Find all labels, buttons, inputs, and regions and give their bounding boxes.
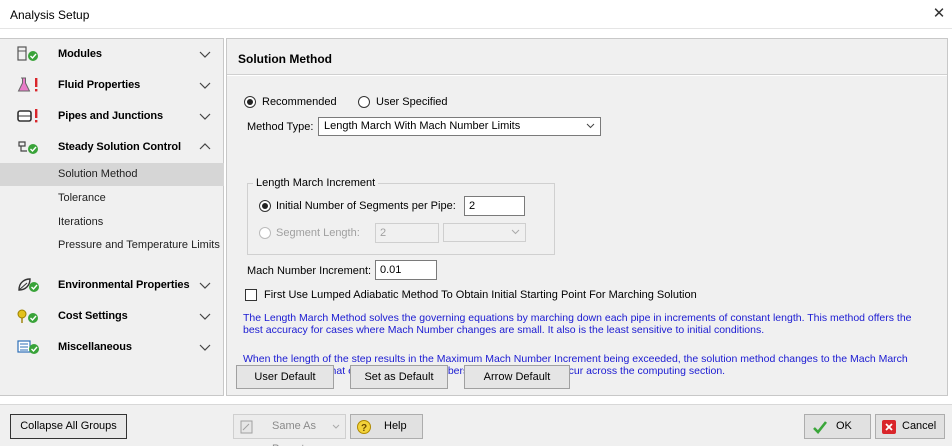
chevron-down-icon [511,229,520,235]
arrow-default-button[interactable]: Arrow Default [464,365,570,389]
help-label: Help [384,420,407,432]
cost-icon [17,309,38,323]
recommended-label[interactable]: Recommended [262,96,337,108]
sidebar-group-cost-settings[interactable]: Cost Settings [0,301,224,332]
chevron-down-icon [332,424,340,429]
segment-length-radio[interactable] [259,227,271,239]
solution-control-icon [18,141,38,154]
mach-increment-label: Mach Number Increment: [247,265,372,277]
ok-label: OK [836,420,852,432]
panel-header: Solution Method [227,39,947,75]
method-description: The Length March Method solves the gover… [243,312,912,336]
main-panel: Solution Method Recommended User Specifi… [226,38,948,396]
user-default-button[interactable]: User Default [236,365,334,389]
title-bar: Analysis Setup ✕ [0,0,952,29]
same-as-parent-dropdown[interactable]: Same As Parent [233,414,346,446]
environment-icon [18,278,39,292]
method-type-value: Length March With Mach Number Limits [324,120,521,132]
chevron-down-icon [199,282,211,289]
same-as-parent-label: Same As Parent [272,420,317,446]
chevron-down-icon [199,313,211,320]
pipes-warning-icon [17,109,38,123]
sidebar-group-label: Pipes and Junctions [58,110,164,122]
chevron-down-icon [199,51,211,58]
length-march-legend: Length March Increment [253,177,379,189]
svg-text:?: ? [361,423,367,434]
solution-method-form: Recommended User Specified Method Type: … [227,76,947,395]
set-as-default-button[interactable]: Set as Default [350,365,448,389]
lumped-adiabatic-label[interactable]: First Use Lumped Adiabatic Method To Obt… [264,289,697,301]
segment-length-input[interactable]: 2 [375,223,439,243]
recommended-radio[interactable] [244,96,256,108]
method-type-dropdown[interactable]: Length March With Mach Number Limits [318,117,601,136]
segment-length-label[interactable]: Segment Length: [276,227,360,239]
chevron-up-icon [199,143,211,150]
sidebar-group-modules[interactable]: Modules [0,39,224,70]
sidebar-group-label: Steady Solution Control [58,141,181,153]
checkmark-icon [813,421,828,434]
user-specified-label[interactable]: User Specified [376,96,448,108]
sidebar-group-label: Cost Settings [58,310,128,322]
collapse-all-groups-button[interactable]: Collapse All Groups [10,414,127,439]
window-title: Analysis Setup [10,8,90,22]
flask-warning-icon [17,77,38,92]
initial-segments-input[interactable]: 2 [464,196,525,216]
sidebar-group-label: Fluid Properties [58,79,141,91]
sidebar-item-tolerance[interactable]: Tolerance [0,187,224,210]
modules-icon [17,46,38,61]
document-icon [240,420,253,434]
sidebar-group-label: Modules [58,48,102,60]
page-title: Solution Method [238,52,332,66]
segment-length-unit-dropdown[interactable] [443,223,526,242]
help-button[interactable]: ? Help [350,414,423,439]
sidebar-item-iterations[interactable]: Iterations [0,211,224,234]
user-specified-radio[interactable] [358,96,370,108]
cancel-button[interactable]: Cancel [875,414,945,439]
sidebar-group-environmental-properties[interactable]: Environmental Properties [0,270,224,301]
dialog-footer: Collapse All Groups Same As Parent ? Hel… [0,404,952,446]
chevron-down-icon [199,113,211,120]
sidebar: Modules Fluid Properties Pipes and Junct… [0,38,224,396]
sidebar-item-solution-method[interactable]: Solution Method [0,163,224,186]
mach-increment-input[interactable]: 0.01 [375,260,437,280]
sidebar-group-fluid-properties[interactable]: Fluid Properties [0,70,224,101]
initial-segments-radio[interactable] [259,200,271,212]
close-icon[interactable]: ✕ [930,5,948,23]
cancel-label: Cancel [902,420,937,432]
method-type-label: Method Type: [247,121,314,133]
sidebar-group-pipes-and-junctions[interactable]: Pipes and Junctions [0,101,224,132]
cancel-icon [882,420,896,434]
help-icon: ? [357,420,371,434]
ok-button[interactable]: OK [804,414,871,439]
lumped-adiabatic-checkbox[interactable] [245,289,257,301]
sidebar-group-miscellaneous[interactable]: Miscellaneous [0,332,224,363]
sidebar-group-label: Miscellaneous [58,341,132,353]
miscellaneous-icon [17,340,39,354]
length-march-group [247,183,555,255]
initial-segments-label[interactable]: Initial Number of Segments per Pipe: [276,200,456,212]
sidebar-group-label: Environmental Properties [58,279,190,291]
chevron-down-icon [586,123,595,129]
chevron-down-icon [199,344,211,351]
sidebar-group-steady-solution-control[interactable]: Steady Solution Control [0,132,224,163]
sidebar-item-pressure-temperature-limits[interactable]: Pressure and Temperature Limits [0,235,224,271]
mach-march-description: When the length of the step results in t… [243,353,908,377]
chevron-down-icon [199,82,211,89]
